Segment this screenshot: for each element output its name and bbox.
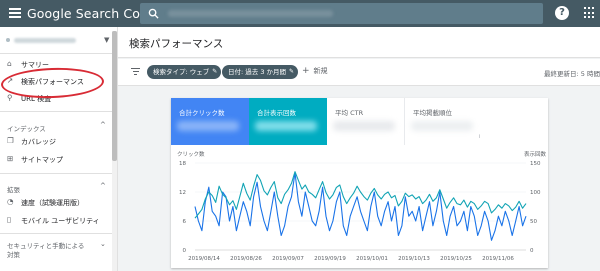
section-extensions[interactable]: 拡張 bbox=[7, 184, 20, 194]
sidebar: ▼ ⌂ サマリー ↗ 検索パフォーマンス ⚲ URL 検査 インデックス ^ ❐… bbox=[0, 27, 118, 271]
metric-total-impressions[interactable]: 合計表示回数 bbox=[249, 98, 327, 145]
section-security-line2: 対策 bbox=[7, 251, 20, 259]
metric-value-redacted bbox=[177, 121, 239, 131]
metric-label: 合計表示回数 bbox=[257, 109, 296, 117]
property-selector[interactable]: ▼ bbox=[0, 27, 118, 54]
menu-icon[interactable] bbox=[9, 8, 21, 18]
y-tick-right: 0 bbox=[530, 248, 534, 254]
x-tick-label: 2019/11/06 bbox=[482, 256, 514, 262]
metric-value-redacted bbox=[333, 121, 395, 131]
performance-card: 合計クリック数 合計表示回数 平均 CTR 平均掲載順位 i クリック数 表示回数… bbox=[171, 98, 548, 268]
search-input[interactable] bbox=[140, 3, 543, 24]
divider bbox=[0, 173, 112, 174]
y-tick-right: 100 bbox=[530, 190, 541, 196]
chevron-down-icon: ▼ bbox=[104, 36, 110, 44]
x-tick-label: 2019/08/26 bbox=[230, 256, 262, 262]
top-app-bar: Google Search Console ? bbox=[0, 0, 600, 27]
sidebar-item-mobile-usability[interactable]: ▯ モバイル ユーザビリティ bbox=[0, 213, 112, 227]
x-tick-label: 2019/10/25 bbox=[440, 256, 472, 262]
x-tick-label: 2019/10/01 bbox=[356, 256, 388, 262]
search-text-redacted bbox=[168, 10, 333, 17]
sidebar-item-speed[interactable]: ◔ 速度（試験運用版） bbox=[0, 195, 112, 209]
y-tick-left: 18 bbox=[179, 161, 186, 167]
search-icon bbox=[148, 8, 159, 19]
divider bbox=[0, 111, 112, 112]
home-icon: ⌂ bbox=[7, 59, 12, 68]
chevron-up-icon[interactable]: ^ bbox=[100, 121, 106, 129]
page-header: 検索パフォーマンス bbox=[118, 27, 600, 58]
metric-label: 合計クリック数 bbox=[179, 109, 225, 117]
edit-icon: ✎ bbox=[289, 68, 295, 75]
x-tick-label: 2019/08/14 bbox=[188, 256, 220, 262]
performance-chart: クリック数 表示回数18 15012 1006 500 02019/08/14 2019/0… bbox=[177, 150, 547, 262]
y-axis-left-title: クリック数 bbox=[177, 150, 205, 158]
metric-label: 平均 CTR bbox=[335, 109, 364, 117]
metric-total-clicks[interactable]: 合計クリック数 bbox=[171, 98, 249, 145]
property-favicon bbox=[6, 38, 10, 42]
x-tick-label: 2019/09/07 bbox=[272, 256, 304, 262]
date-filter-chip[interactable]: 日付: 過去 3 か月間 ✎ bbox=[222, 65, 299, 79]
y-tick-left: 0 bbox=[183, 248, 187, 254]
speed-icon: ◔ bbox=[7, 197, 14, 206]
y-tick-right: 50 bbox=[530, 219, 537, 225]
new-filter-label: 新規 bbox=[313, 67, 328, 75]
sidebar-item-sitemaps[interactable]: ⊞ サイトマップ bbox=[0, 152, 112, 166]
y-tick-right: 150 bbox=[530, 161, 541, 167]
sidebar-scrollbar-thumb[interactable] bbox=[112, 31, 117, 161]
sidebar-item-coverage[interactable]: ❐ カバレッジ bbox=[0, 134, 112, 148]
chevron-up-icon[interactable]: ^ bbox=[100, 182, 106, 190]
metric-value-redacted bbox=[411, 121, 473, 131]
info-icon[interactable]: i bbox=[479, 134, 480, 140]
divider bbox=[0, 233, 112, 234]
x-tick-label: 2019/10/13 bbox=[398, 256, 430, 262]
sitemap-icon: ⊞ bbox=[7, 154, 14, 163]
filter-icon[interactable] bbox=[131, 68, 140, 76]
mobile-icon: ▯ bbox=[7, 215, 12, 224]
section-index[interactable]: インデックス bbox=[7, 123, 46, 133]
metric-value-redacted bbox=[255, 121, 317, 131]
edit-icon: ✎ bbox=[212, 68, 218, 75]
file-copy-icon: ❐ bbox=[7, 136, 14, 145]
search-icon: ⚲ bbox=[7, 93, 13, 102]
metric-label: 平均掲載順位 bbox=[413, 109, 452, 117]
chip-label: 検索タイプ: ウェブ bbox=[153, 68, 210, 76]
y-tick-left: 12 bbox=[179, 190, 186, 196]
page-title: 検索パフォーマンス bbox=[129, 38, 224, 50]
y-axis-right-title: 表示回数 bbox=[524, 150, 547, 158]
x-tick-label: 2019/09/19 bbox=[314, 256, 346, 262]
new-filter-button[interactable]: + 新規 bbox=[302, 66, 328, 76]
search-type-filter-chip[interactable]: 検索タイプ: ウェブ ✎ bbox=[147, 65, 222, 79]
metric-average-ctr[interactable]: 平均 CTR bbox=[327, 98, 405, 145]
help-icon[interactable]: ? bbox=[555, 6, 569, 20]
main-content: 検索パフォーマンス 検索タイプ: ウェブ ✎ 日付: 過去 3 か月間 ✎ + 新… bbox=[118, 27, 600, 271]
plus-icon: + bbox=[302, 66, 310, 76]
chevron-down-icon[interactable]: ⌄ bbox=[100, 240, 106, 248]
y-tick-left: 6 bbox=[183, 219, 187, 225]
metric-average-position[interactable]: 平均掲載順位 i bbox=[405, 98, 484, 145]
last-updated-text: 最終更新日: 5 時間 bbox=[544, 70, 600, 78]
apps-grid-icon[interactable] bbox=[584, 7, 596, 19]
property-url-redacted bbox=[14, 38, 76, 43]
filter-bar: 検索タイプ: ウェブ ✎ 日付: 過去 3 か月間 ✎ + 新規 最終更新日: 5… bbox=[118, 59, 600, 86]
chip-label: 日付: 過去 3 か月間 bbox=[228, 68, 287, 76]
